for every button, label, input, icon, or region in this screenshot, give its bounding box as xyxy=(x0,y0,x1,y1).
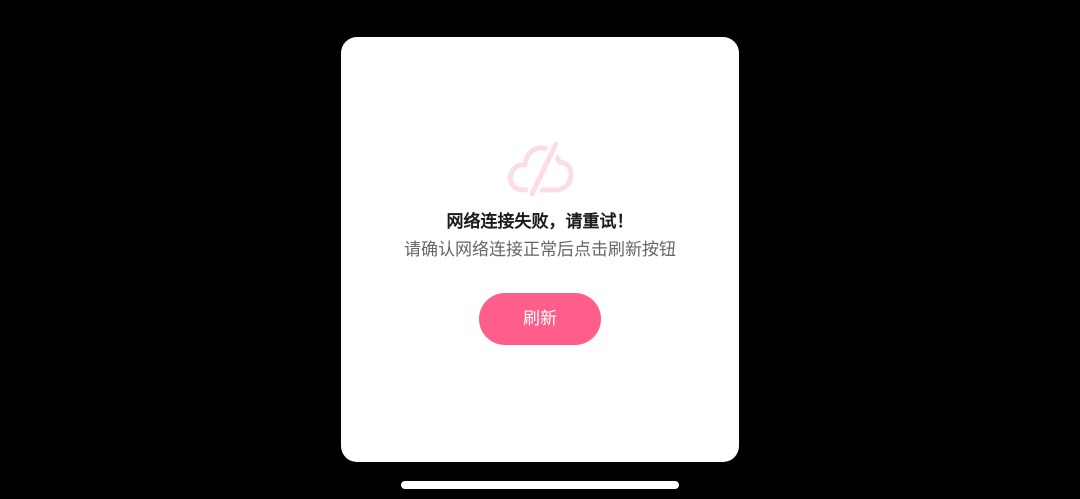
error-message: 请确认网络连接正常后点击刷新按钮 xyxy=(404,240,676,260)
cloud-offline-icon xyxy=(504,140,576,200)
network-error-dialog: 网络连接失败，请重试！ 请确认网络连接正常后点击刷新按钮 刷新 xyxy=(341,37,739,462)
home-indicator[interactable] xyxy=(401,481,679,489)
refresh-button[interactable]: 刷新 xyxy=(479,293,601,345)
screen: 网络连接失败，请重试！ 请确认网络连接正常后点击刷新按钮 刷新 xyxy=(0,0,1080,499)
error-title: 网络连接失败，请重试！ xyxy=(446,212,634,232)
